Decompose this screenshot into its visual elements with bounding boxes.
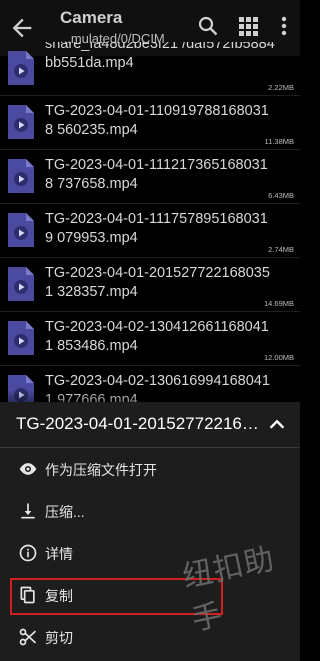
file-name: share_fa48d2be3f21 /daf572fb5884 bb551da…	[45, 42, 275, 71]
file-size: 2.74MB	[268, 245, 294, 254]
file-size: 6.43MB	[268, 191, 294, 200]
info-icon	[19, 544, 37, 562]
download-icon	[21, 503, 35, 519]
menu-item-label: 压缩...	[45, 504, 85, 520]
menu-item-label: 详情	[45, 546, 73, 562]
file-size: 11.38MB	[264, 137, 294, 146]
file-row[interactable]: TG-2023-04-01-1109197881680318 560235.mp…	[0, 96, 300, 150]
file-row[interactable]: TG-2023-04-01-2015277221680351 328357.mp…	[0, 258, 300, 312]
video-file-icon	[8, 159, 34, 193]
video-file-icon	[8, 213, 34, 247]
page-title: Camera	[60, 8, 123, 27]
video-file-icon	[8, 51, 34, 85]
eye-icon	[19, 463, 37, 475]
file-name: TG-2023-04-01-1109197881680318 560235.mp…	[45, 103, 269, 138]
file-name: TG-2023-04-01-1112173651680318 737658.mp…	[45, 157, 268, 192]
file-row[interactable]: TG-2023-04-01-1112173651680318 737658.mp…	[0, 150, 300, 204]
menu-item-label: 剪切	[45, 630, 73, 646]
file-size: 14.69MB	[263, 299, 294, 308]
scissors-icon	[19, 628, 37, 646]
more-options-icon[interactable]	[272, 14, 296, 38]
sheet-title: TG-2023-04-01-2015277221680351328357.mp4	[16, 414, 261, 433]
file-name: TG-2023-04-01-1117578951680319 079953.mp…	[45, 211, 268, 246]
file-size: 2.22MB	[268, 83, 294, 92]
file-size: 12.00MB	[263, 353, 294, 362]
video-file-icon	[8, 267, 34, 301]
file-row[interactable]: TG-2023-04-01-1117578951680319 079953.mp…	[0, 204, 300, 258]
menu-item-label: 作为压缩文件打开	[45, 462, 157, 478]
file-list: share_fa48d2be3f21 /daf572fb5884 bb551da…	[0, 42, 300, 402]
file-row[interactable]: TG-2023-04-02-1304126611680411 853486.mp…	[0, 312, 300, 366]
file-row[interactable]: share_fa48d2be3f21 /daf572fb5884 bb551da…	[0, 42, 300, 96]
menu-item-compress[interactable]: 压缩...	[0, 490, 300, 532]
menu-item-open-as-archive[interactable]: 作为压缩文件打开	[0, 448, 300, 490]
grid-view-icon[interactable]	[236, 14, 260, 38]
video-file-icon	[8, 321, 34, 355]
file-name: TG-2023-04-01-2015277221680351 328357.mp…	[45, 265, 270, 300]
back-arrow-icon[interactable]	[8, 14, 36, 42]
search-icon[interactable]	[196, 14, 220, 38]
chevron-up-icon[interactable]	[266, 414, 288, 436]
file-name: TG-2023-04-02-1304126611680411 853486.mp…	[45, 319, 269, 354]
video-file-icon	[8, 105, 34, 139]
